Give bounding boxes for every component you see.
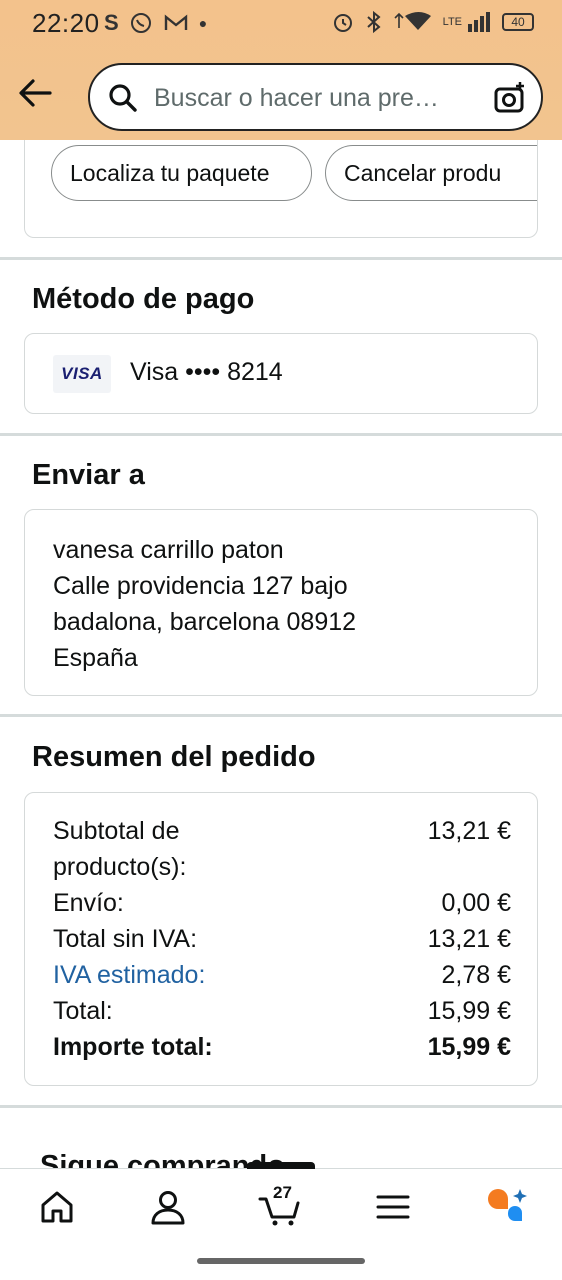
address-city: badalona, barcelona 08912 xyxy=(53,608,357,636)
network-label: LTE xyxy=(442,16,462,28)
battery-icon: 40 xyxy=(502,13,534,31)
back-arrow-icon[interactable] xyxy=(18,78,52,108)
divider xyxy=(0,1105,562,1108)
summary-row-grand-total: Importe total: 15,99 € xyxy=(53,1029,511,1065)
gmail-icon xyxy=(164,14,187,30)
summary-section-title: Resumen del pedido xyxy=(32,741,316,773)
search-icon xyxy=(109,84,137,112)
dot-icon: ● xyxy=(198,15,208,31)
payment-section-title: Método de pago xyxy=(32,283,255,315)
summary-value: 13,21 € xyxy=(427,817,511,845)
order-actions-card: Localiza tu paquete Cancelar produ xyxy=(24,140,538,238)
summary-label: Total sin IVA: xyxy=(53,925,198,953)
bottom-navigation: 27 xyxy=(0,1162,562,1280)
summary-label-cont: producto(s): xyxy=(53,853,187,881)
summary-value: 0,00 € xyxy=(441,889,511,917)
summary-row-subtotal: Subtotal de producto(s): 13,21 € xyxy=(53,813,511,885)
summary-row-total: Total: 15,99 € xyxy=(53,993,511,1029)
summary-label: Envío: xyxy=(53,889,124,917)
alarm-icon xyxy=(333,14,352,32)
summary-label: Total: xyxy=(53,997,113,1025)
summary-row-total-without-vat: Total sin IVA: 13,21 € xyxy=(53,921,511,957)
app-header: 22:20 S ● LTE 40 Buscar o hacer una pre… xyxy=(0,0,562,140)
rufus-assistant-icon[interactable] xyxy=(484,1185,528,1229)
summary-label: Importe total: xyxy=(53,1033,213,1061)
shipping-section-title: Enviar a xyxy=(32,459,145,491)
account-icon[interactable] xyxy=(148,1187,188,1227)
shipping-address: vanesa carrillo paton Calle providencia … xyxy=(53,532,356,676)
cart-count-badge: 27 xyxy=(273,1183,292,1202)
s-icon: S xyxy=(104,10,119,35)
status-time: 22:20 xyxy=(32,8,100,38)
address-name: vanesa carrillo paton xyxy=(53,536,284,564)
summary-row-vat: IVA estimado: 2,78 € xyxy=(53,957,511,993)
payment-method-text: Visa •••• 8214 xyxy=(130,358,283,386)
summary-row-shipping: Envío: 0,00 € xyxy=(53,885,511,921)
summary-value: 2,78 € xyxy=(441,961,511,989)
search-input[interactable]: Buscar o hacer una pre… xyxy=(154,84,439,113)
locate-package-button[interactable]: Localiza tu paquete xyxy=(51,145,312,201)
divider xyxy=(0,433,562,436)
estimated-vat-link[interactable]: IVA estimado: xyxy=(53,957,205,993)
payment-card: VISA Visa •••• 8214 xyxy=(24,333,538,414)
cancel-products-button[interactable]: Cancelar produ xyxy=(325,145,537,201)
summary-value: 13,21 € xyxy=(427,925,511,953)
system-home-bar[interactable] xyxy=(197,1258,365,1264)
divider xyxy=(0,714,562,717)
address-street: Calle providencia 127 bajo xyxy=(53,572,348,600)
order-summary-card: Subtotal de producto(s): 13,21 € Envío: 0… xyxy=(24,792,538,1086)
divider xyxy=(0,257,562,260)
address-country: España xyxy=(53,644,138,672)
camera-search-icon[interactable] xyxy=(493,81,527,115)
summary-value: 15,99 € xyxy=(427,997,511,1025)
wifi-icon xyxy=(394,12,431,30)
summary-label: Subtotal de xyxy=(53,817,180,845)
home-icon[interactable] xyxy=(37,1187,77,1227)
status-bar: 22:20 S ● LTE 40 xyxy=(0,0,562,46)
summary-value: 15,99 € xyxy=(427,1033,511,1061)
menu-icon[interactable] xyxy=(373,1187,413,1227)
active-tab-indicator xyxy=(247,1162,315,1169)
whatsapp-icon xyxy=(130,13,151,33)
search-bar[interactable]: Buscar o hacer una pre… xyxy=(88,63,543,131)
lte-signal-icon xyxy=(468,12,490,32)
bluetooth-icon xyxy=(366,10,381,34)
visa-logo-icon: VISA xyxy=(53,355,111,393)
shipping-address-card: vanesa carrillo paton Calle providencia … xyxy=(24,509,538,696)
